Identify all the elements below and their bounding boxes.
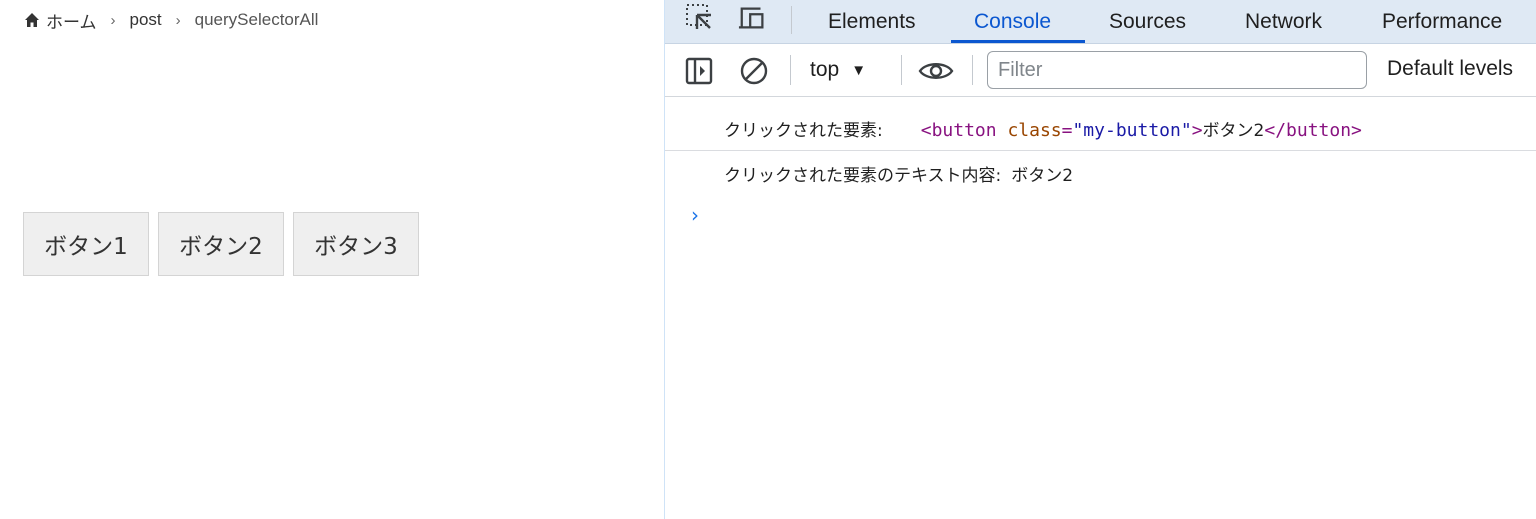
button-group: ボタン1 ボタン2 ボタン3 <box>23 212 419 276</box>
console-prompt-icon[interactable]: › <box>691 203 699 227</box>
eye-icon[interactable] <box>917 55 955 87</box>
toolbar-divider <box>791 6 792 34</box>
breadcrumb-home[interactable]: ホーム <box>46 8 97 33</box>
button-3[interactable]: ボタン3 <box>293 212 419 276</box>
breadcrumb: ホーム › post › querySelectorAll <box>24 8 319 33</box>
button-2[interactable]: ボタン2 <box>158 212 284 276</box>
tab-console[interactable]: Console <box>974 0 1051 43</box>
web-page: ホーム › post › querySelectorAll ボタン1 ボタン2 … <box>0 0 664 519</box>
breadcrumb-separator: › <box>175 11 181 29</box>
log-levels-dropdown[interactable]: Default levels <box>1387 57 1513 81</box>
clear-console-icon[interactable] <box>738 55 770 87</box>
tab-sources[interactable]: Sources <box>1109 0 1186 43</box>
html-close-tag: </button> <box>1264 120 1362 141</box>
console-message: クリックされた要素: <button class="my-button">ボタン… <box>665 107 1536 151</box>
element-reference[interactable]: <button class="my-button">ボタン2</button> <box>921 116 1362 141</box>
devtools-tab-bar: Elements Console Sources Network Perform… <box>665 0 1536 44</box>
console-output: クリックされた要素: <button class="my-button">ボタン… <box>665 97 1536 519</box>
toolbar-divider <box>790 55 791 85</box>
devtools-panel: Elements Console Sources Network Perform… <box>664 0 1536 519</box>
toolbar-divider <box>972 55 973 85</box>
inspect-element-icon[interactable] <box>685 3 715 33</box>
html-attr-eq: = <box>1061 120 1073 141</box>
caret-down-icon: ▼ <box>851 61 867 79</box>
home-icon[interactable] <box>24 12 40 28</box>
console-message: クリックされた要素のテキスト内容: ボタン2 <box>665 151 1536 195</box>
button-1[interactable]: ボタン1 <box>23 212 149 276</box>
message-label: クリックされた要素のテキスト内容: <box>724 165 1002 186</box>
message-label: クリックされた要素: <box>724 121 883 141</box>
html-attr-name: class <box>1007 120 1062 141</box>
html-attr-value: "my-button" <box>1072 120 1192 141</box>
breadcrumb-separator: › <box>110 11 116 29</box>
tab-network[interactable]: Network <box>1245 0 1322 43</box>
context-selector[interactable]: top ▼ <box>810 57 866 83</box>
tab-performance[interactable]: Performance <box>1382 0 1502 43</box>
device-toolbar-icon[interactable] <box>738 3 768 33</box>
tab-elements[interactable]: Elements <box>828 0 916 43</box>
filter-input[interactable] <box>987 51 1367 89</box>
html-open-tag: <button <box>920 120 997 141</box>
console-toolbar: top ▼ Default levels <box>665 44 1536 97</box>
breadcrumb-current: querySelectorAll <box>194 10 319 29</box>
html-open-tag-end: > <box>1191 120 1203 141</box>
toolbar-divider <box>901 55 902 85</box>
html-text: ボタン2 <box>1202 121 1265 141</box>
sidebar-toggle-icon[interactable] <box>684 56 714 86</box>
active-tab-indicator <box>951 40 1085 43</box>
breadcrumb-post[interactable]: post <box>130 10 162 30</box>
message-value: ボタン2 <box>1011 165 1074 186</box>
context-label: top <box>810 58 840 81</box>
